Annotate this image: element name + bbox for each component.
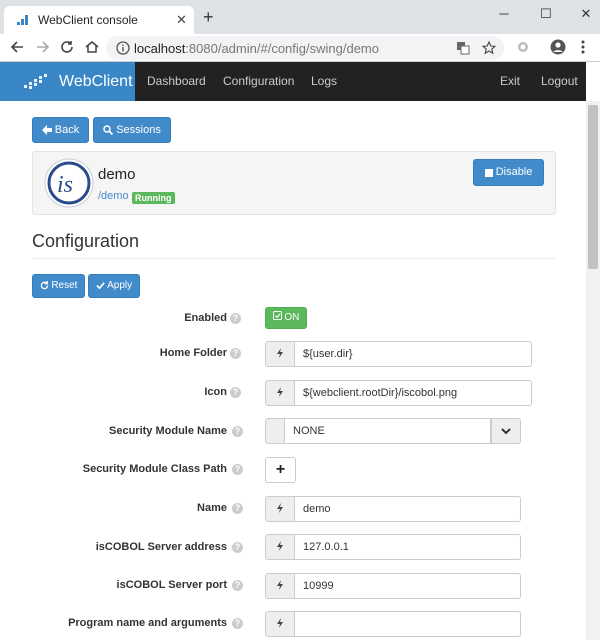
new-tab-icon[interactable]: + <box>203 8 214 26</box>
icon-field[interactable]: ${webclient.rootDir}/iscobol.png <box>295 380 532 406</box>
tab-title: WebClient console <box>38 13 138 27</box>
nav-logs[interactable]: Logs <box>311 74 337 88</box>
bolt-icon[interactable] <box>265 573 295 599</box>
app-info-panel: is demo /demo Running Disable <box>32 151 556 215</box>
icon-label: Icon <box>204 386 227 398</box>
help-icon[interactable]: ? <box>232 426 243 437</box>
sessions-button[interactable]: Sessions <box>93 117 171 143</box>
help-icon[interactable]: ? <box>230 313 241 324</box>
reset-button[interactable]: Reset <box>32 274 85 298</box>
url-bar[interactable]: localhost:8080/admin/#/config/swing/demo <box>106 36 504 60</box>
webclient-logo-icon <box>24 74 47 89</box>
nav-dashboard[interactable]: Dashboard <box>147 74 206 88</box>
brand[interactable]: WebClient <box>0 62 135 101</box>
back-arrow-icon[interactable] <box>8 38 26 56</box>
bolt-icon[interactable] <box>265 380 295 406</box>
page-scrollbar[interactable] <box>586 101 600 640</box>
info-icon[interactable] <box>116 41 130 55</box>
help-icon[interactable]: ? <box>230 348 241 359</box>
security-module-name-label: Security Module Name <box>109 425 227 437</box>
back-label: Back <box>54 124 80 136</box>
browser-addressbar: localhost:8080/admin/#/config/swing/demo <box>0 34 600 62</box>
bolt-icon[interactable] <box>265 534 295 560</box>
bolt-icon[interactable] <box>265 611 295 637</box>
translate-icon[interactable] <box>456 41 470 55</box>
minimize-icon[interactable]: ─ <box>492 4 516 24</box>
server-port-field[interactable]: 10999 <box>295 573 521 599</box>
status-badge: Running <box>132 192 175 204</box>
checkbox-icon <box>272 311 282 320</box>
home-icon[interactable] <box>83 38 101 56</box>
tab-close-icon[interactable]: ✕ <box>176 12 187 28</box>
help-icon[interactable]: ? <box>232 618 243 629</box>
stop-icon <box>484 169 493 177</box>
apply-button[interactable]: Apply <box>88 274 140 298</box>
nav-configuration[interactable]: Configuration <box>223 74 294 88</box>
back-button[interactable]: Back <box>32 117 89 143</box>
help-icon[interactable]: ? <box>230 387 241 398</box>
apply-label: Apply <box>107 280 133 291</box>
enabled-label: Enabled <box>184 312 227 324</box>
disable-button[interactable]: Disable <box>473 159 544 186</box>
reset-label: Reset <box>51 280 78 291</box>
bookmark-star-icon[interactable] <box>482 41 496 55</box>
search-icon <box>103 125 114 136</box>
window-close-icon[interactable]: ✕ <box>574 4 598 24</box>
url-text: localhost:8080/admin/#/config/swing/demo <box>134 41 379 56</box>
profile-icon[interactable] <box>549 38 567 56</box>
help-icon[interactable]: ? <box>232 542 243 553</box>
security-class-path-label: Security Module Class Path <box>82 463 227 475</box>
select-prefix <box>265 418 285 444</box>
program-label: Program name and arguments <box>68 617 227 629</box>
home-folder-label: Home Folder <box>159 347 227 359</box>
page-title: Configuration <box>32 231 140 251</box>
reload-icon[interactable] <box>58 38 76 56</box>
app-path-link[interactable]: /demo <box>98 190 129 202</box>
maximize-icon[interactable]: ☐ <box>534 4 558 24</box>
app-name: demo <box>98 166 136 183</box>
name-label: Name <box>197 502 227 514</box>
webclient-favicon-icon <box>17 15 28 25</box>
divider <box>32 258 556 259</box>
help-icon[interactable]: ? <box>232 503 243 514</box>
enabled-toggle[interactable]: ON <box>265 307 307 329</box>
help-icon[interactable]: ? <box>232 464 243 475</box>
server-address-field[interactable]: 127.0.0.1 <box>295 534 521 560</box>
app-navbar: WebClient Dashboard Configuration Logs E… <box>0 62 586 101</box>
enabled-value: ON <box>284 312 300 323</box>
page-content: Back Sessions is demo /demo Running Disa… <box>0 101 586 640</box>
sessions-label: Sessions <box>116 124 161 136</box>
bolt-icon[interactable] <box>265 496 295 522</box>
arrow-left-icon <box>41 125 52 135</box>
forward-arrow-icon[interactable] <box>34 38 52 56</box>
iscobol-logo-icon: is <box>44 158 94 208</box>
brand-name: WebClient <box>59 73 133 90</box>
nav-exit[interactable]: Exit <box>500 74 520 88</box>
extension-icon[interactable] <box>514 38 532 56</box>
name-field[interactable]: demo <box>295 496 521 522</box>
scrollbar-thumb[interactable] <box>588 105 598 269</box>
home-folder-field[interactable]: ${user.dir} <box>295 341 532 367</box>
bolt-icon[interactable] <box>265 341 295 367</box>
browser-tab[interactable]: WebClient console ✕ <box>4 6 194 34</box>
add-class-path-button[interactable]: + <box>265 457 296 483</box>
server-address-label: isCOBOL Server address <box>95 541 227 553</box>
server-port-label: isCOBOL Server port <box>116 579 227 591</box>
disable-label: Disable <box>495 166 533 178</box>
nav-logout[interactable]: Logout <box>541 74 578 88</box>
help-icon[interactable]: ? <box>232 580 243 591</box>
chevron-down-icon[interactable] <box>491 418 521 444</box>
check-icon <box>96 282 105 290</box>
menu-dots-icon[interactable] <box>574 38 592 56</box>
refresh-icon <box>40 281 48 290</box>
browser-tabbar: WebClient console ✕ + ─ ☐ ✕ <box>0 0 600 34</box>
program-field[interactable] <box>295 611 521 637</box>
security-module-select[interactable]: NONE <box>285 418 491 444</box>
svg-text:is: is <box>57 172 73 198</box>
